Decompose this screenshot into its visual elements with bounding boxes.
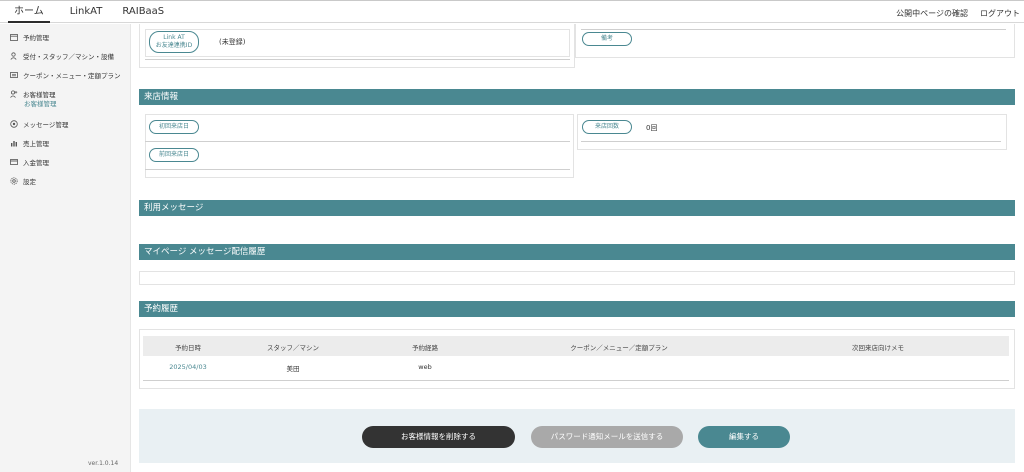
sidebar-item-messages[interactable]: メッセージ管理 [0,114,130,133]
sidebar-item-label: クーポン・メニュー・定額プラン [23,71,121,80]
divider [581,141,1001,142]
visit-info-header: 来店情報 [139,89,1015,105]
sidebar-item-label: 設定 [23,177,36,186]
top-right-links: 公開中ページの確認 ログアウト [884,8,1020,19]
note-label: 備考 [582,32,632,46]
sidebar-item-label: 受付・スタッフ／マシン・設備 [23,52,114,61]
reservation-staff: 美田 [286,365,300,373]
visit-count-label: 来店回数 [582,120,632,134]
staff-icon [10,51,18,60]
version-label: ver.1.0.14 [88,460,119,467]
link-id-field [145,29,570,57]
logout-link[interactable]: ログアウト [980,8,1020,19]
top-navigation: ホーム LinkAT RAIBaaS 公開中ページの確認 ログアウト [0,0,1024,23]
reservation-history-header: 予約履歴 [139,301,1015,317]
mypage-history-header: マイページ メッセージ配信履歴 [139,244,1015,260]
visit-info-card-right [577,114,1007,150]
divider [581,29,1006,30]
delete-customer-button[interactable]: お客様情報を削除する [362,426,515,448]
customer-icon [10,89,18,98]
sidebar: 予約管理 受付・スタッフ／マシン・設備 クーポン・メニュー・定額プラン お客様管… [0,24,131,472]
reservation-route: web [418,363,432,371]
link-id-value: (未登録) [219,38,246,46]
sidebar-item-payments[interactable]: 入金管理 [0,152,130,171]
usage-message-header: 利用メッセージ [139,200,1015,216]
link-id-label: Link AT お友達連携ID [149,31,199,53]
column-header: 次回来店向けメモ [852,344,904,352]
divider [143,380,1009,381]
tab-raibaas[interactable]: RAIBaaS [122,5,164,23]
first-visit-label: 初回来店日 [149,120,199,134]
sidebar-item-sales[interactable]: 売上管理 [0,133,130,152]
sidebar-item-label: 予約管理 [23,33,49,42]
column-header: 予約日時 [175,344,201,352]
tab-linkat[interactable]: LinkAT [70,5,103,23]
public-page-check-link[interactable]: 公開中ページの確認 [896,8,968,19]
divider [145,141,570,142]
reservation-date-link[interactable]: 2025/04/03 [169,363,206,371]
calendar-icon [10,33,18,41]
gear-icon [10,176,18,185]
reservation-table-header: 予約日時 スタッフ／マシン 予約経路 クーポン／メニュー／定額プラン 次回来店向… [143,336,1009,356]
sidebar-item-label: メッセージ管理 [23,120,69,129]
visit-count-value: 0回 [646,124,658,132]
message-icon [10,119,18,128]
sidebar-item-coupons[interactable]: クーポン・メニュー・定額プラン [0,65,130,84]
chart-icon [10,139,18,147]
sidebar-item-label: お客様管理 [23,90,56,99]
sidebar-item-settings[interactable]: 設定 [0,171,130,190]
divider [145,59,570,60]
sidebar-item-label: 売上管理 [23,139,49,148]
edit-button[interactable]: 編集する [698,426,790,448]
sidebar-item-staff[interactable]: 受付・スタッフ／マシン・設備 [0,46,130,65]
column-header: クーポン／メニュー／定額プラン [570,344,668,352]
column-header: 予約経路 [412,344,438,352]
top-tabs: ホーム LinkAT RAIBaaS [8,5,184,23]
send-password-email-button[interactable]: パスワード通知メールを送信する [531,426,683,448]
sidebar-item-reservations[interactable]: 予約管理 [0,27,130,46]
tab-home[interactable]: ホーム [8,5,50,23]
sidebar-subitem-customers[interactable]: お客様管理 [0,99,130,111]
column-header: スタッフ／マシン [267,344,319,352]
last-visit-label: 前回来店日 [149,148,199,162]
sidebar-item-label: 入金管理 [23,158,49,167]
payment-icon [10,158,18,166]
coupon-icon [10,71,18,79]
divider [145,169,570,170]
mypage-history-box [139,271,1015,285]
